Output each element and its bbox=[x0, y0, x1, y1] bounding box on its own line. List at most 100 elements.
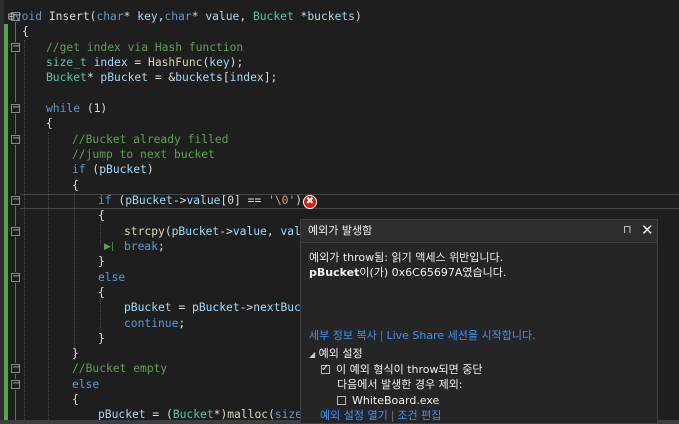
code-line[interactable]: break; bbox=[124, 239, 165, 254]
popup-links: 세부 정보 복사 | Live Share 세션을 시작합니다. bbox=[309, 329, 536, 343]
code-line[interactable]: //jump to next bucket bbox=[72, 147, 215, 162]
code-line[interactable]: Bucket* pBucket = &buckets[index]; bbox=[46, 70, 277, 85]
code-token: //get index via Hash function bbox=[46, 41, 244, 54]
code-token: { bbox=[72, 179, 79, 192]
code-token: -> bbox=[172, 194, 187, 207]
code-token: buckets bbox=[307, 10, 355, 23]
code-token: , bbox=[239, 10, 253, 23]
fold-toggle-icon[interactable]: − bbox=[11, 42, 20, 52]
code-token: key bbox=[137, 10, 158, 23]
code-token: ; bbox=[178, 317, 186, 330]
exception-variable: pBucket bbox=[309, 266, 360, 279]
code-token: pBucket bbox=[192, 301, 240, 314]
code-token: -> bbox=[239, 301, 254, 314]
code-line[interactable]: //Bucket empty bbox=[72, 361, 167, 376]
code-token: } bbox=[98, 332, 105, 345]
code-token: pBucket bbox=[99, 163, 147, 176]
code-line[interactable]: pBucket = pBucket->nextBuck bbox=[124, 300, 308, 315]
code-token: { bbox=[72, 393, 79, 406]
code-token: (1) bbox=[86, 102, 108, 115]
code-token: //jump to next bucket bbox=[72, 148, 215, 161]
code-token: ); bbox=[229, 56, 244, 69]
code-token: char bbox=[96, 10, 124, 23]
break-on-throw-label: 이 예외 형식이 throw되면 중단 bbox=[336, 363, 483, 376]
code-token: buckets bbox=[175, 71, 223, 84]
fold-toggle-icon[interactable]: − bbox=[11, 134, 20, 144]
code-line[interactable]: { bbox=[72, 392, 79, 407]
code-token: ⊟ bbox=[8, 10, 15, 23]
exception-error-icon[interactable]: ✖ bbox=[303, 195, 317, 209]
collapse-triangle-icon[interactable]: ◢ bbox=[309, 350, 315, 359]
fold-line bbox=[15, 237, 16, 272]
code-line[interactable]: //get index via Hash function bbox=[46, 40, 243, 55]
code-token: ) bbox=[354, 10, 362, 23]
link-separator: | bbox=[390, 409, 395, 422]
code-line[interactable]: ⊟void Insert(char* key,char* value, Buck… bbox=[8, 9, 362, 24]
code-token: index bbox=[93, 56, 128, 69]
code-token: value bbox=[205, 10, 240, 23]
process-exclusion-option[interactable]: WhiteBoard.exe bbox=[337, 394, 439, 408]
code-line[interactable]: else bbox=[98, 270, 125, 285]
fold-line bbox=[15, 22, 16, 42]
live-share-link[interactable]: Live Share 세션을 시작합니다. bbox=[386, 329, 535, 342]
edit-conditions-link[interactable]: 조건 편집 bbox=[397, 409, 441, 422]
code-token: = & bbox=[148, 71, 176, 84]
code-line[interactable]: continue; bbox=[124, 316, 185, 331]
code-token: continue bbox=[124, 317, 179, 330]
code-token: = bbox=[127, 56, 149, 69]
code-token: * bbox=[86, 71, 101, 84]
fold-toggle-icon[interactable]: − bbox=[11, 226, 20, 236]
code-line[interactable]: } bbox=[72, 346, 79, 361]
link-separator: | bbox=[379, 329, 384, 342]
code-line[interactable]: strcpy(pBucket->value, valu bbox=[124, 224, 308, 239]
code-line[interactable]: { bbox=[98, 208, 105, 223]
code-line[interactable]: { bbox=[22, 24, 29, 39]
code-line[interactable]: if (pBucket->value[0] == '\0') bbox=[98, 193, 302, 208]
code-token: //Bucket empty bbox=[72, 362, 168, 375]
close-icon[interactable]: ✕ bbox=[641, 221, 654, 239]
break-on-throw-checkbox[interactable] bbox=[321, 362, 330, 376]
code-line[interactable]: if (pBucket) bbox=[72, 162, 154, 177]
indent-guide bbox=[48, 132, 49, 424]
code-line[interactable]: //Bucket already filled bbox=[72, 132, 228, 147]
code-line[interactable]: { bbox=[98, 285, 105, 300]
fold-toggle-icon[interactable]: − bbox=[11, 103, 20, 113]
fold-line bbox=[15, 206, 16, 226]
process-exclusion-label: WhiteBoard.exe bbox=[352, 394, 440, 407]
fold-line bbox=[15, 283, 16, 363]
code-line[interactable]: else bbox=[72, 377, 99, 392]
code-token: size_t bbox=[46, 56, 94, 69]
copy-details-link[interactable]: 세부 정보 복사 bbox=[309, 329, 377, 342]
code-token: else bbox=[98, 271, 126, 284]
code-token: } bbox=[72, 347, 79, 360]
code-token: void bbox=[14, 10, 49, 23]
code-token: if bbox=[72, 163, 93, 176]
open-exception-settings-link[interactable]: 예외 설정 열기 bbox=[320, 409, 388, 422]
code-token: Bucket bbox=[252, 10, 301, 23]
fold-toggle-icon[interactable]: − bbox=[11, 363, 20, 373]
code-line[interactable]: { bbox=[72, 178, 79, 193]
pin-icon[interactable]: ⊓ bbox=[623, 223, 632, 236]
code-token: ) bbox=[295, 194, 303, 207]
code-token: ( bbox=[164, 225, 172, 238]
exception-settings-section[interactable]: ◢ 예외 설정 bbox=[309, 347, 363, 362]
indent-guide bbox=[24, 40, 25, 424]
break-on-throw-option[interactable]: 이 예외 형식이 throw되면 중단 bbox=[321, 362, 483, 377]
popup-header: 예외가 발생함 ⊓ ✕ bbox=[301, 220, 657, 243]
fold-toggle-icon[interactable]: − bbox=[11, 272, 20, 282]
code-line[interactable]: while (1) bbox=[46, 101, 107, 116]
code-token: } bbox=[98, 255, 105, 268]
code-line[interactable]: } bbox=[98, 331, 105, 346]
code-token: if bbox=[98, 194, 119, 207]
fold-toggle-icon[interactable]: − bbox=[11, 195, 20, 205]
code-line[interactable]: size_t index = HashFunc(key); bbox=[46, 55, 243, 70]
code-line[interactable]: } bbox=[98, 254, 105, 269]
code-token: pBucket bbox=[125, 194, 173, 207]
fold-toggle-icon[interactable]: − bbox=[11, 379, 20, 389]
code-line[interactable]: { bbox=[46, 116, 53, 131]
process-exclusion-checkbox[interactable] bbox=[337, 396, 346, 405]
code-token: char bbox=[164, 10, 192, 23]
fold-line bbox=[15, 53, 16, 102]
exception-detail-text: 이(가) 0x6C65697A였습니다. bbox=[359, 266, 507, 279]
exception-settings-header: 예외 설정 bbox=[318, 347, 363, 360]
